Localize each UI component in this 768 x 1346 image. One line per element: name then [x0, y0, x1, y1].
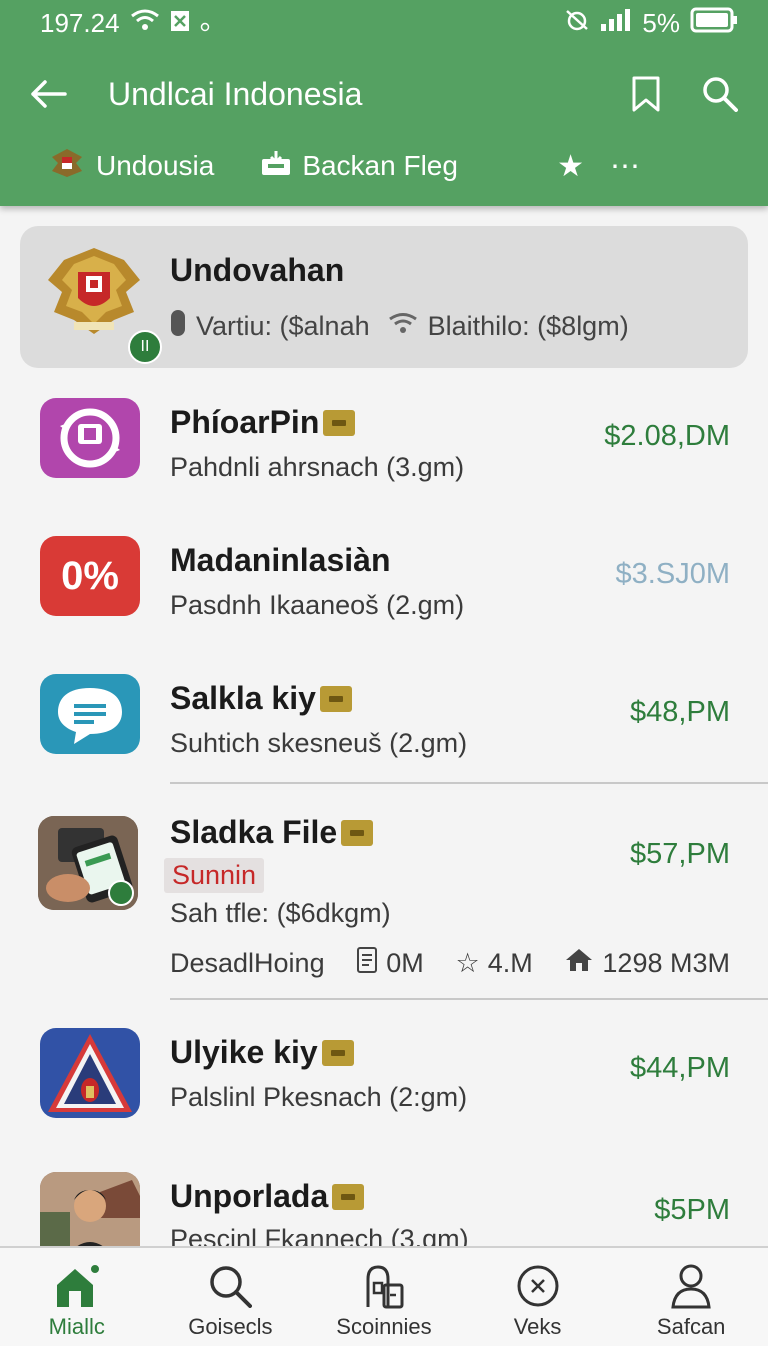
phone-photo-icon [38, 816, 138, 910]
status-tag: Sunnin [164, 858, 265, 893]
verified-badge-icon [332, 1183, 365, 1210]
featured-meta-1: Vartiu: ($alnah [196, 311, 370, 341]
stats-rating: 4.M [487, 948, 533, 978]
item-price: $2.08,DM [604, 420, 730, 452]
chat-app-icon [40, 674, 140, 754]
list-item[interactable]: PhíoarPin Pahdnli ahrsnach (3.gm) $2.08,… [0, 394, 768, 514]
close-circle-icon [514, 1262, 562, 1310]
subnav-item-backan-fleg[interactable]: Backan Fleg [260, 149, 458, 184]
nav-label: Goisecls [188, 1314, 273, 1339]
divider [170, 998, 768, 1000]
back-arrow-icon[interactable] [24, 70, 72, 118]
item-price: $48,PM [630, 696, 730, 728]
nav-tab-profile[interactable]: Safcan [614, 1248, 768, 1346]
home-icon [53, 1262, 101, 1310]
item-name: Salkla kiy [170, 680, 316, 716]
search-icon [206, 1262, 254, 1310]
divider [170, 782, 768, 784]
house-icon [564, 947, 594, 980]
item-subtitle: Pahdnli ahrsnach (3.gm) [170, 452, 465, 482]
wifi-icon [130, 8, 160, 39]
featured-badge: II [128, 330, 162, 364]
featured-card[interactable]: II Undovahan Vartiu: ($alnah Blaithilo: … [20, 226, 748, 368]
stats-label: DesadlHoing [170, 948, 325, 978]
verified-badge-icon [319, 685, 352, 712]
coat-of-arms-icon: II [44, 242, 162, 364]
app-bar: 197.24 5% Undlcai Indonesia Undousia Bac… [0, 0, 768, 206]
subnav-label-undousia: Undousia [96, 150, 215, 181]
status-bar: 197.24 5% [40, 6, 738, 40]
item-name: Unporlada [170, 1178, 329, 1214]
search-icon[interactable] [696, 70, 744, 118]
item-name: Sladka File [170, 814, 338, 850]
page-title: Undlcai Indonesia [108, 75, 363, 112]
more-icon[interactable]: ⋯ [610, 149, 640, 184]
dot-icon [200, 8, 210, 39]
item-subtitle: Palslinl Pkesnach (2:gm) [170, 1082, 468, 1112]
nav-tab-home[interactable]: Miallc [0, 1248, 154, 1346]
item-name: Ulyike kiy [170, 1034, 318, 1070]
item-subtitle: Suhtich skesneuš (2.gm) [170, 728, 468, 758]
featured-meta-2: Blaithilo: ($8lgm) [427, 311, 629, 341]
nav-label: Scoinnies [336, 1314, 432, 1339]
battery-icon [690, 7, 738, 40]
lock-icon [170, 308, 186, 345]
garuda-emblem-icon [48, 145, 86, 188]
item-price: $57,PM [630, 838, 730, 870]
item-name: PhíoarPin [170, 404, 320, 440]
status-time: 197.24 [40, 7, 120, 38]
discount-app-icon: 0% [40, 536, 140, 616]
person-photo-icon [40, 1172, 140, 1246]
nav-label: Veks [513, 1314, 562, 1339]
item-price: $5PM [654, 1194, 730, 1226]
nav-tab-veks[interactable]: Veks [461, 1248, 615, 1346]
alarm-off-icon [564, 8, 590, 39]
verified-badge-icon [321, 1039, 354, 1066]
tent-app-icon [40, 1028, 140, 1118]
item-stats: DesadlHoing 0M ☆ 4.M 1298 M3M [170, 946, 730, 981]
list-item[interactable]: Ulyike kiy Palslinl Pkesnach (2:gm) $44,… [0, 1028, 768, 1148]
item-price: $3.SJ0M [615, 558, 730, 590]
list-item[interactable]: 0% Madaninlasiàn Pasdnh Ikaaneoš (2.gm) … [0, 532, 768, 652]
subnav-item-undousia[interactable]: Undousia [48, 145, 214, 188]
sync-app-icon [40, 398, 140, 478]
item-name: Madaninlasiàn [170, 542, 391, 578]
verified-badge-icon [323, 409, 356, 436]
sub-nav: Undousia Backan Fleg ★ ⋯ [48, 140, 744, 192]
item-subtitle: Pescinl Fkannech (3.qm) [170, 1224, 469, 1246]
app-list: II Undovahan Vartiu: ($alnah Blaithilo: … [0, 206, 768, 1246]
inbox-icon [260, 149, 292, 184]
rating-star-icon: ☆ [455, 948, 480, 978]
stats-files: 0M [386, 948, 424, 978]
nav-tab-search[interactable]: Goisecls [154, 1248, 308, 1346]
verified-badge-icon [341, 819, 374, 846]
store-icon [360, 1262, 408, 1310]
stats-size: 1298 M3M [602, 948, 730, 978]
item-price: $44,PM [630, 1052, 730, 1084]
star-icon[interactable]: ★ [557, 149, 584, 184]
list-item[interactable]: Unporlada Pescinl Fkannech (3.qm) $5PM [0, 1172, 768, 1246]
person-icon [667, 1262, 715, 1310]
nav-label: Safcan [656, 1314, 726, 1339]
bookmark-icon[interactable] [622, 70, 670, 118]
list-item[interactable]: Sladka File Sunnin Sah tfle: ($6dkgm) $5… [0, 806, 768, 996]
signal-icon [600, 8, 632, 39]
battery-text: 5% [642, 7, 680, 38]
title-bar: Undlcai Indonesia [24, 66, 744, 122]
nav-tab-apps[interactable]: Scoinnies [307, 1248, 461, 1346]
bottom-nav: Miallc Goisecls Scoinnies Veks Safcan [0, 1246, 768, 1346]
featured-name: Undovahan [170, 252, 345, 288]
online-badge-icon [108, 880, 134, 906]
document-icon [356, 946, 378, 981]
nav-label: Miallc [48, 1314, 105, 1339]
wifi-signal-icon [388, 311, 418, 342]
list-item[interactable]: Salkla kiy Suhtich skesneuš (2.gm) $48,P… [0, 670, 768, 790]
item-subtitle: Pasdnh Ikaaneoš (2.gm) [170, 590, 465, 620]
notification-icon [170, 8, 190, 39]
item-subtitle: Sah tfle: ($6dkgm) [170, 898, 391, 928]
subnav-label-backan-fleg: Backan Fleg [302, 150, 458, 181]
